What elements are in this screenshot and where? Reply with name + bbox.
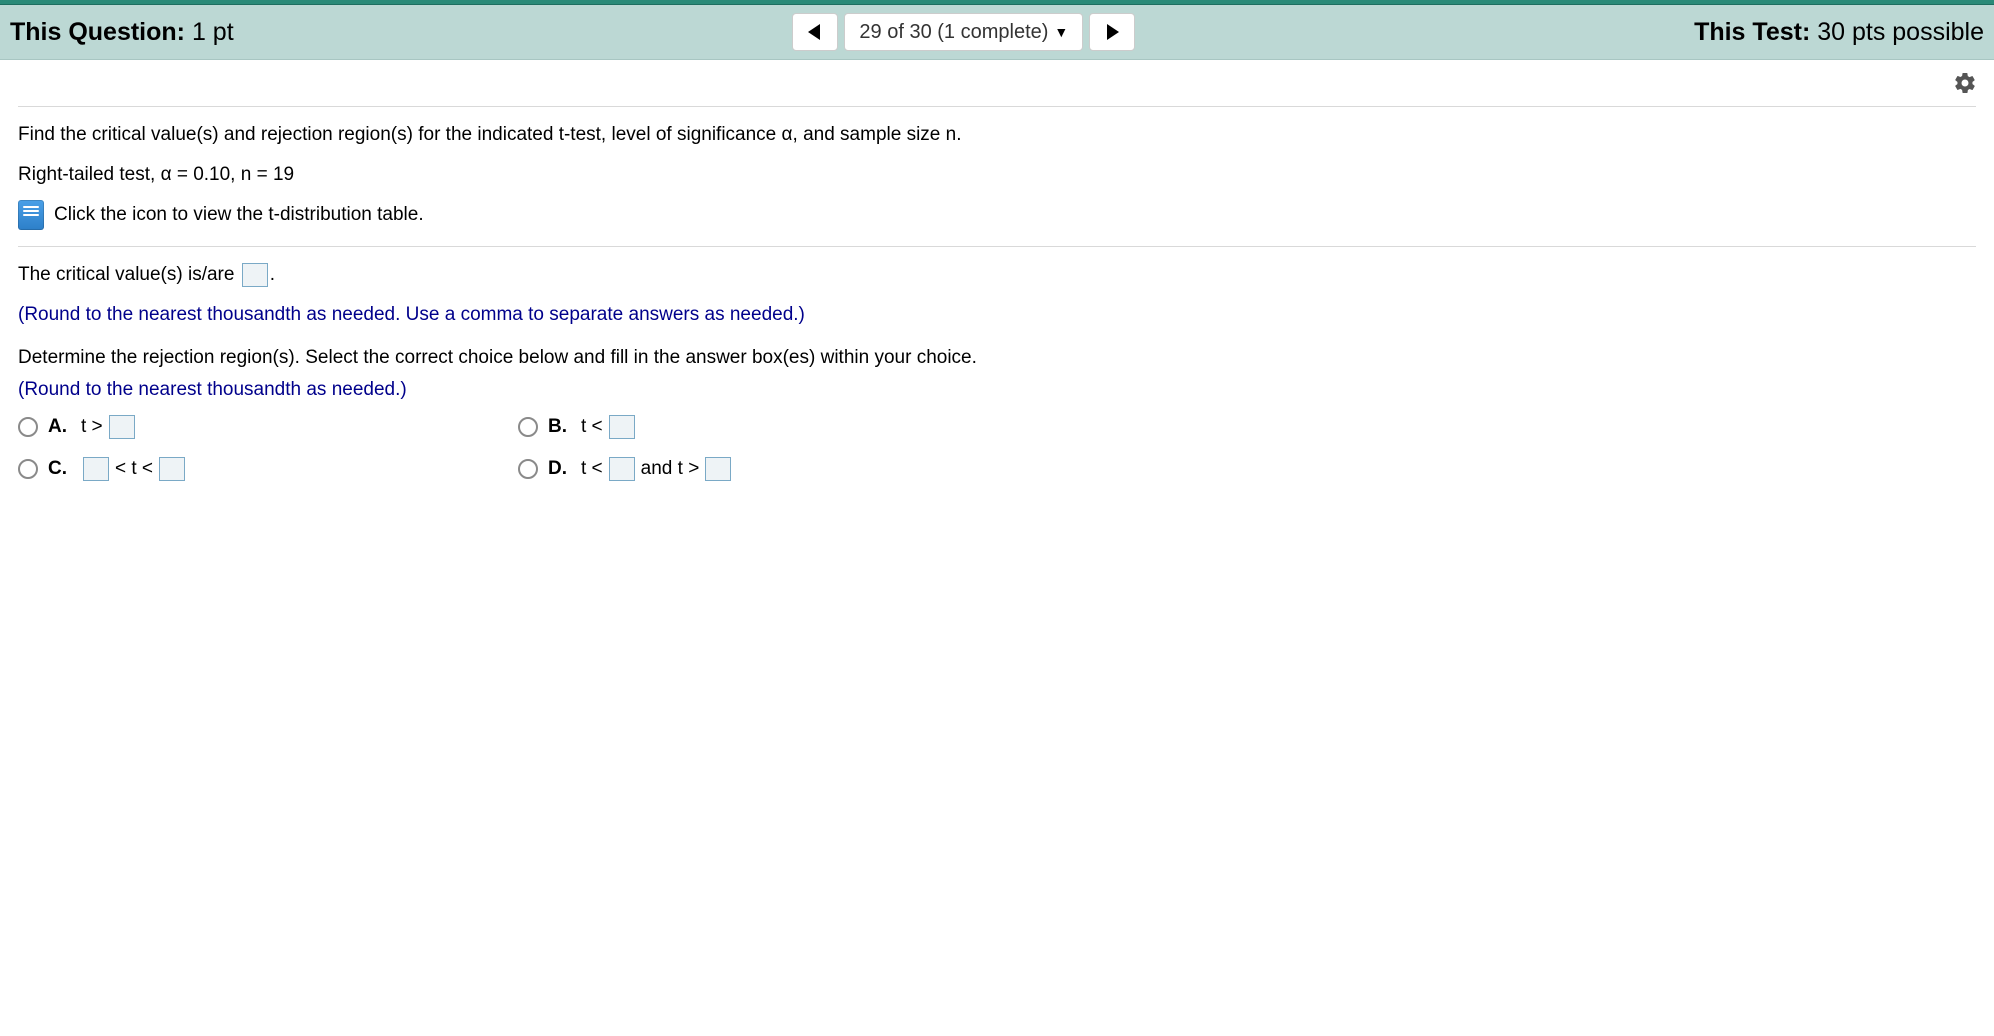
chevron-down-icon: ▼ bbox=[1054, 24, 1068, 40]
choice-c: C. < t < bbox=[18, 457, 518, 481]
choice-d-text-1: t < bbox=[581, 458, 603, 480]
answer-area: The critical value(s) is/are . (Round to… bbox=[18, 246, 1976, 497]
question-nav: 29 of 30 (1 complete) ▼ bbox=[234, 13, 1694, 51]
choice-c-text: < t < bbox=[115, 458, 153, 480]
choice-d: D. t < and t > bbox=[518, 457, 1018, 481]
document-icon[interactable] bbox=[18, 200, 44, 230]
question-progress-text: 29 of 30 (1 complete) bbox=[859, 21, 1048, 44]
choice-b-input[interactable] bbox=[609, 415, 635, 439]
choice-d-radio[interactable] bbox=[518, 459, 538, 479]
prev-question-button[interactable] bbox=[792, 13, 838, 51]
gear-icon bbox=[1953, 71, 1977, 95]
problem-line-1: Find the critical value(s) and rejection… bbox=[18, 121, 1976, 149]
choice-d-body: t < and t > bbox=[581, 457, 733, 481]
question-progress-dropdown[interactable]: 29 of 30 (1 complete) ▼ bbox=[844, 13, 1083, 51]
choice-d-input-2[interactable] bbox=[705, 457, 731, 481]
rounding-hint-2: (Round to the nearest thousandth as need… bbox=[18, 376, 1976, 404]
t-table-link-text[interactable]: Click the icon to view the t-distributio… bbox=[54, 204, 424, 226]
choice-c-label: C. bbox=[48, 458, 67, 480]
rejection-region-prompt: Determine the rejection region(s). Selec… bbox=[18, 344, 1976, 372]
critical-value-prefix: The critical value(s) is/are bbox=[18, 264, 240, 285]
choice-c-input-2[interactable] bbox=[159, 457, 185, 481]
question-header-bar: This Question: 1 pt 29 of 30 (1 complete… bbox=[0, 5, 1994, 60]
choice-a-input[interactable] bbox=[109, 415, 135, 439]
critical-value-suffix: . bbox=[270, 264, 275, 285]
choice-a-text: t > bbox=[81, 416, 103, 438]
choice-d-label: D. bbox=[548, 458, 567, 480]
choice-c-radio[interactable] bbox=[18, 459, 38, 479]
choice-b-body: t < bbox=[581, 415, 637, 439]
settings-row bbox=[0, 60, 1994, 106]
test-points: This Test: 30 pts possible bbox=[1694, 18, 1984, 47]
choice-b-label: B. bbox=[548, 416, 567, 438]
problem-line-2: Right-tailed test, α = 0.10, n = 19 bbox=[18, 161, 1976, 189]
choice-a-body: t > bbox=[81, 415, 137, 439]
choice-b: B. t < bbox=[518, 415, 1018, 439]
triangle-right-icon bbox=[1105, 24, 1119, 40]
question-points: This Question: 1 pt bbox=[10, 18, 234, 47]
question-content: Find the critical value(s) and rejection… bbox=[0, 106, 1994, 497]
choice-d-text-2: and t > bbox=[641, 458, 700, 480]
choice-c-body: < t < bbox=[81, 457, 187, 481]
critical-value-line: The critical value(s) is/are . bbox=[18, 261, 1976, 289]
choice-b-text: t < bbox=[581, 416, 603, 438]
critical-value-input[interactable] bbox=[242, 263, 268, 287]
choice-a-label: A. bbox=[48, 416, 67, 438]
settings-button[interactable] bbox=[1950, 68, 1980, 98]
next-question-button[interactable] bbox=[1089, 13, 1135, 51]
question-points-value: 1 pt bbox=[185, 18, 234, 46]
choice-d-input-1[interactable] bbox=[609, 457, 635, 481]
choice-a: A. t > bbox=[18, 415, 518, 439]
choice-a-radio[interactable] bbox=[18, 417, 38, 437]
test-points-label: This Test: bbox=[1694, 18, 1810, 46]
problem-statement: Find the critical value(s) and rejection… bbox=[18, 106, 1976, 246]
t-table-link-row: Click the icon to view the t-distributio… bbox=[18, 200, 1976, 230]
test-points-value: 30 pts possible bbox=[1810, 18, 1984, 46]
rounding-hint-1: (Round to the nearest thousandth as need… bbox=[18, 301, 1976, 329]
choice-grid: A. t > B. t < C. < t < bbox=[18, 415, 1018, 481]
question-points-label: This Question: bbox=[10, 18, 185, 46]
triangle-left-icon bbox=[808, 24, 822, 40]
choice-b-radio[interactable] bbox=[518, 417, 538, 437]
choice-c-input-1[interactable] bbox=[83, 457, 109, 481]
